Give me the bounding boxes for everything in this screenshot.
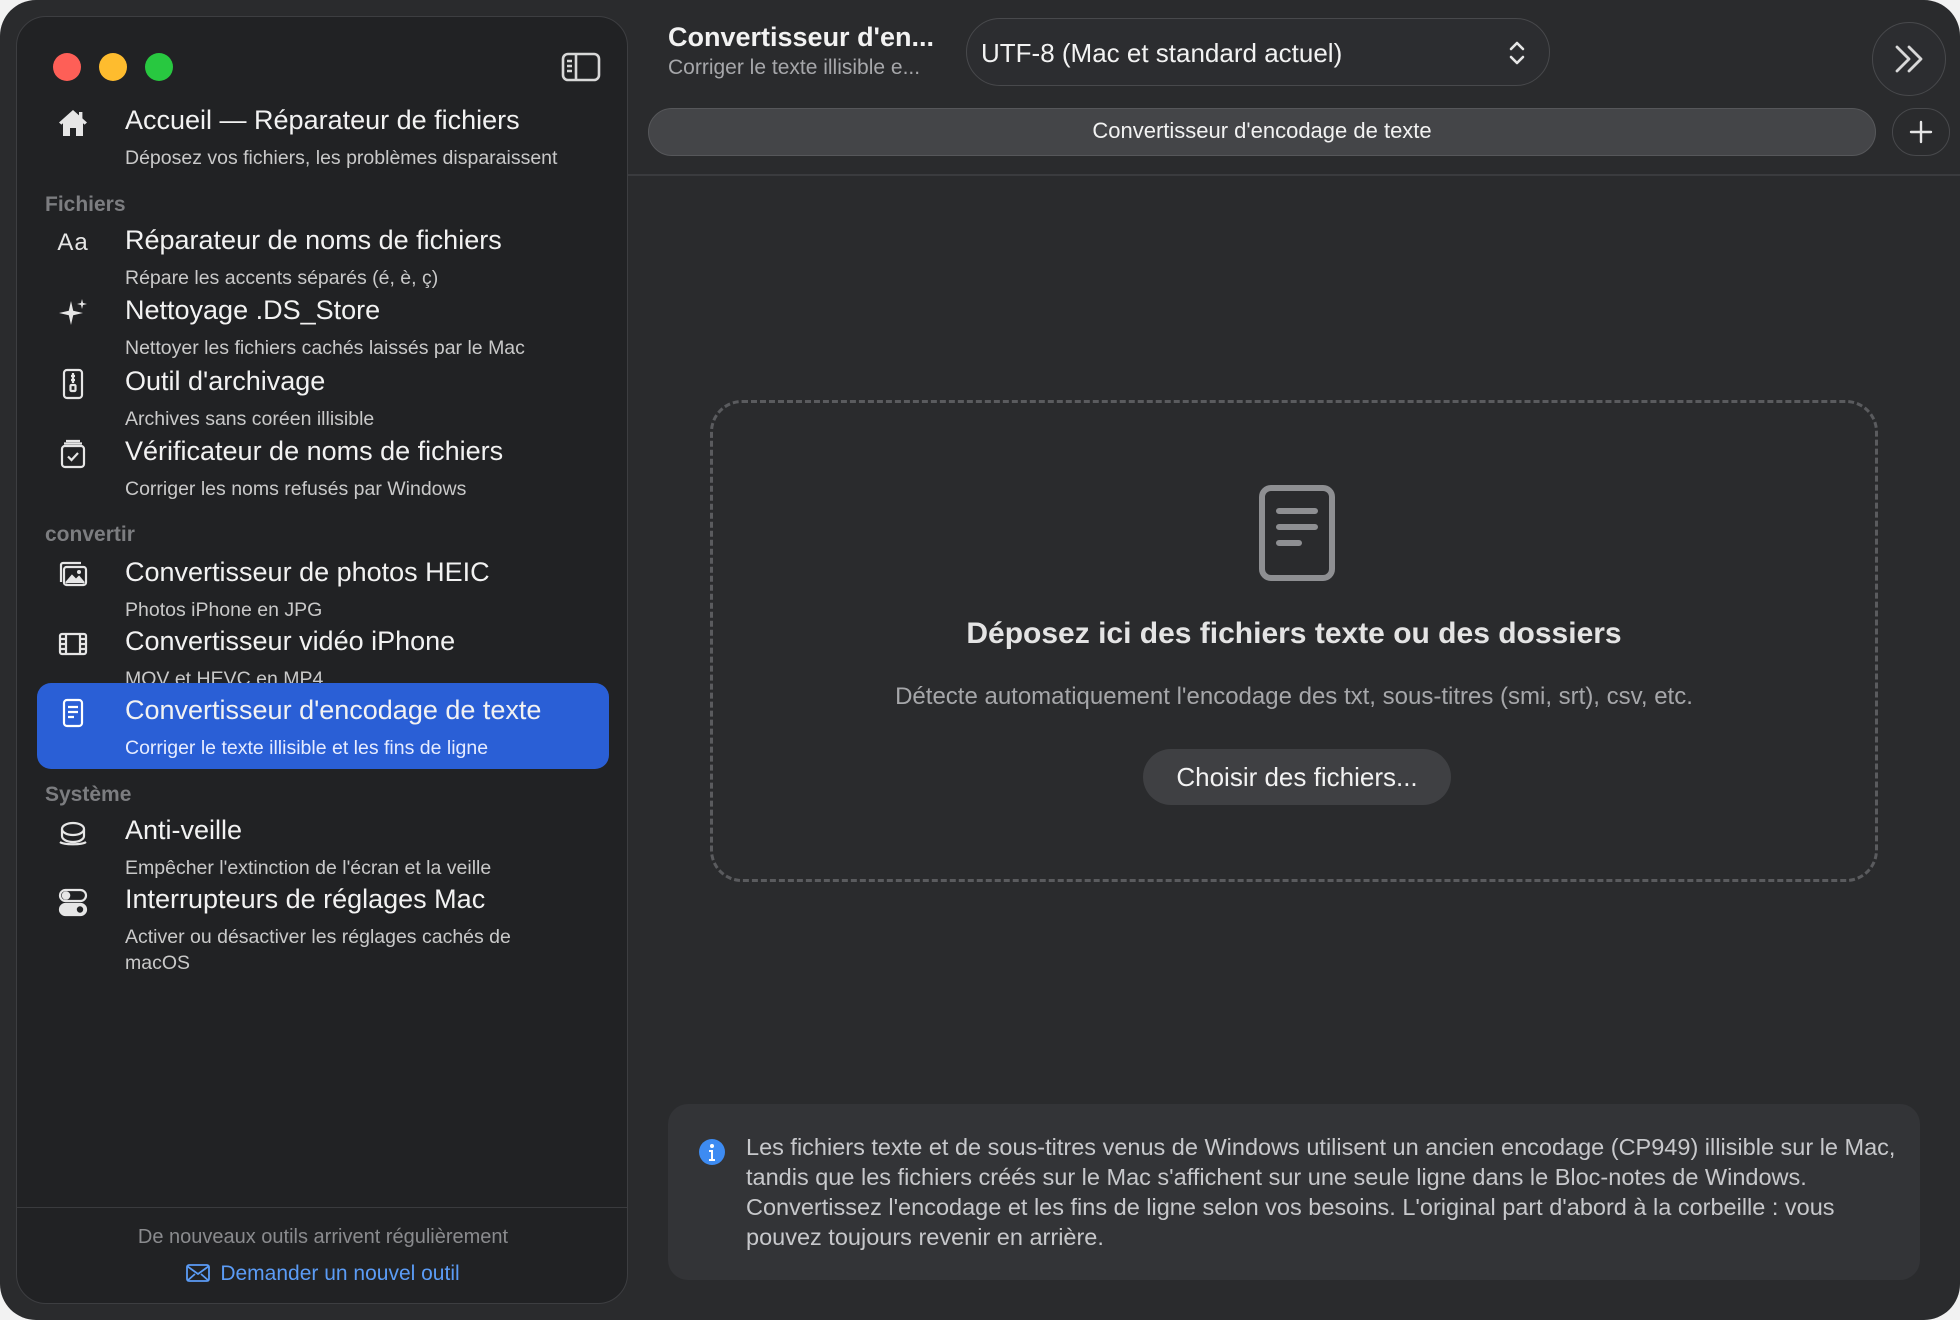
toolbar-overflow-button[interactable] — [1872, 22, 1946, 96]
minimize-window-button[interactable] — [99, 53, 127, 81]
sidebar-item-title: Convertisseur d'encodage de texte — [125, 695, 542, 725]
sidebar-item-title: Anti-veille — [125, 815, 243, 845]
request-tool-label: Demander un nouvel outil — [220, 1262, 460, 1285]
window-title: Convertisseur d'en... — [668, 22, 934, 52]
sidebar-item-subtitle: Corriger le texte illisible et les fins … — [125, 737, 489, 759]
sparkles-icon — [55, 295, 91, 331]
tab-text-encoding-converter[interactable]: Convertisseur d'encodage de texte — [648, 108, 1876, 156]
checklist-icon — [55, 436, 91, 472]
sidebar-item-subtitle: Déposez vos fichiers, les problèmes disp… — [125, 147, 558, 169]
request-tool-link[interactable]: Demander un nouvel outil — [17, 1262, 627, 1286]
sidebar-toggle-icon[interactable] — [561, 51, 601, 83]
sidebar-footer: De nouveaux outils arrivent régulièremen… — [17, 1207, 627, 1303]
add-tab-button[interactable] — [1892, 108, 1950, 156]
sidebar-item-title: Outil d'archivage — [125, 366, 326, 396]
footer-note: De nouveaux outils arrivent régulièremen… — [137, 1226, 509, 1248]
sidebar-item-title: Convertisseur vidéo iPhone — [125, 626, 456, 656]
sidebar-item-title: Nettoyage .DS_Store — [125, 295, 381, 325]
sidebar-item-title: Interrupteurs de réglages Mac — [125, 884, 486, 914]
zoom-window-button[interactable] — [145, 53, 173, 81]
sidebar-item-title: Convertisseur de photos HEIC — [125, 557, 490, 587]
dropzone-title: Déposez ici des fichiers texte ou des do… — [966, 617, 1622, 650]
film-icon — [55, 626, 91, 662]
dropzone-subtitle: Détecte automatiquement l'encodage des t… — [895, 683, 1693, 710]
window-subtitle: Corriger le texte illisible e... — [668, 56, 921, 79]
text-aa-icon: Aa — [57, 229, 89, 256]
photos-icon — [55, 557, 91, 593]
info-panel: Les fichiers texte et de sous-titres ven… — [668, 1104, 1920, 1280]
sidebar-item-mac-settings-toggles[interactable]: Interrupteurs de réglages Mac Activer ou… — [37, 872, 609, 982]
section-label-convertir: convertir — [45, 523, 135, 546]
document-icon — [55, 695, 91, 731]
file-dropzone[interactable]: Déposez ici des fichiers texte ou des do… — [710, 400, 1878, 882]
encoding-select[interactable]: UTF-8 (Mac et standard actuel) — [966, 18, 1550, 86]
envelope-icon — [186, 1264, 211, 1282]
sidebar-item-text-encoding-converter[interactable]: Convertisseur d'encodage de texte Corrig… — [37, 683, 609, 769]
updown-chevron-icon — [1509, 41, 1525, 65]
chevron-double-right-icon — [1895, 45, 1923, 73]
sleep-icon — [55, 815, 91, 851]
info-icon — [699, 1139, 725, 1165]
document-icon — [1259, 485, 1335, 581]
house-icon — [55, 105, 91, 141]
sidebar-item-title: Vérificateur de noms de fichiers — [125, 436, 504, 466]
plus-icon — [1909, 120, 1933, 144]
sidebar-item-title: Accueil — Réparateur de fichiers — [125, 105, 520, 135]
close-window-button[interactable] — [53, 53, 81, 81]
app-window: Accueil — Réparateur de fichiers Déposez… — [0, 0, 1960, 1320]
header-divider — [628, 174, 1960, 176]
toggles-icon — [55, 884, 91, 920]
info-text: Les fichiers texte et de sous-titres ven… — [746, 1134, 1896, 1250]
sidebar-item-subtitle: Activer ou désactiver les réglages caché… — [125, 926, 511, 974]
sidebar-item-filename-checker[interactable]: Vérificateur de noms de fichiers Corrige… — [37, 424, 609, 510]
sidebar: Accueil — Réparateur de fichiers Déposez… — [16, 16, 628, 1304]
zip-archive-icon — [55, 366, 91, 402]
sidebar-item-title: Réparateur de noms de fichiers — [125, 225, 502, 255]
sidebar-item-home[interactable]: Accueil — Réparateur de fichiers Déposez… — [37, 93, 609, 179]
choose-files-button[interactable]: Choisir des fichiers... — [1143, 749, 1451, 805]
sidebar-item-subtitle: Corriger les noms refusés par Windows — [125, 478, 467, 500]
encoding-select-value: UTF-8 (Mac et standard actuel) — [981, 38, 1343, 68]
window-controls — [53, 53, 173, 81]
